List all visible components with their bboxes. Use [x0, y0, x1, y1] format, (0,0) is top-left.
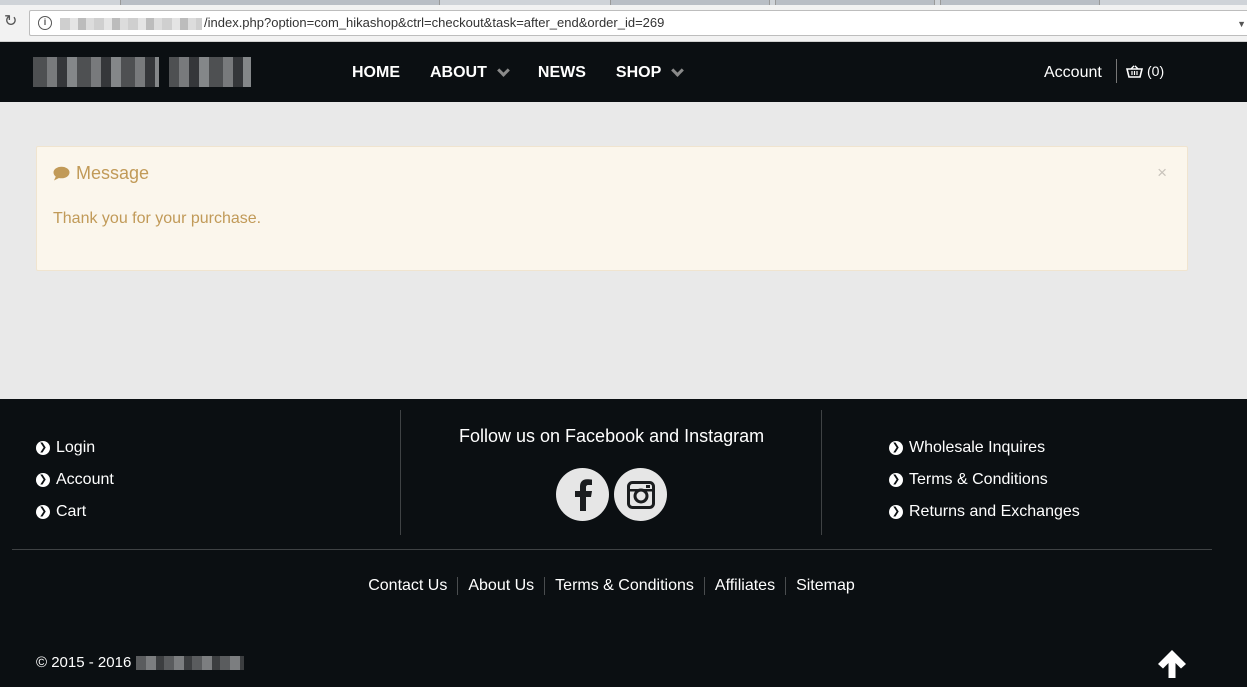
facebook-icon: [574, 478, 592, 511]
footer-link-label: Terms & Conditions: [909, 471, 1048, 488]
message-title: Message: [76, 163, 150, 183]
cart-count: (0): [1147, 63, 1165, 79]
site-footer: ❯ Login ❯ Account ❯ Cart Follow us on Faceb…: [0, 399, 1247, 687]
url-host-redacted: [60, 18, 202, 30]
footer-link-label: Account: [56, 471, 114, 488]
cart-link[interactable]: (0): [1126, 63, 1164, 79]
chevron-right-icon: ❯: [889, 505, 903, 519]
site-logo[interactable]: [33, 57, 251, 87]
footer-link-label: Wholesale Inquires: [909, 439, 1046, 456]
browser-address-bar: ↻ i /index.php?option=com_hikashop&ctrl=…: [0, 5, 1247, 42]
main-nav: HOME ABOUT NEWS SHOP: [352, 64, 712, 82]
account-link[interactable]: Account: [1044, 64, 1102, 82]
basket-icon: [1126, 64, 1143, 78]
chevron-right-icon: ❯: [36, 473, 50, 487]
footer-column-divider: [821, 410, 822, 535]
url-dropdown-icon[interactable]: ▼: [1237, 19, 1246, 29]
nav-home[interactable]: HOME: [352, 64, 400, 82]
bottom-link-contact[interactable]: Contact Us: [358, 577, 457, 595]
footer-column-divider: [400, 410, 401, 535]
message-alert: Message Thank you for your purchase. ×: [36, 146, 1188, 271]
instagram-icon: [626, 480, 655, 509]
url-field[interactable]: i /index.php?option=com_hikashop&ctrl=ch…: [29, 10, 1247, 36]
reload-icon[interactable]: ↻: [4, 14, 20, 30]
footer-bottom-links: Contact Us About Us Terms & Conditions A…: [0, 577, 1223, 595]
footer-link-login[interactable]: ❯ Login: [36, 432, 114, 464]
bottom-link-about[interactable]: About Us: [457, 577, 544, 595]
bottom-link-sitemap[interactable]: Sitemap: [785, 577, 865, 595]
footer-link-returns[interactable]: ❯ Returns and Exchanges: [889, 496, 1080, 528]
follow-heading: Follow us on Facebook and Instagram: [459, 426, 765, 446]
close-icon[interactable]: ×: [1157, 164, 1167, 181]
footer-link-label: Cart: [56, 503, 87, 520]
facebook-button[interactable]: [556, 468, 609, 521]
nav-label: ABOUT: [430, 64, 487, 81]
message-text: Thank you for your purchase.: [53, 210, 262, 227]
chevron-right-icon: ❯: [889, 441, 903, 455]
footer-separator: [12, 549, 1212, 550]
site-header: HOME ABOUT NEWS SHOP Account (0): [0, 42, 1247, 102]
footer-link-label: Login: [56, 439, 96, 456]
footer-link-terms[interactable]: ❯ Terms & Conditions: [889, 464, 1080, 496]
footer-link-cart[interactable]: ❯ Cart: [36, 496, 114, 528]
copyright-owner-redacted: [136, 655, 245, 670]
chevron-right-icon: ❯: [36, 441, 50, 455]
url-path: /index.php?option=com_hikashop&ctrl=chec…: [204, 15, 665, 30]
nav-label: NEWS: [537, 64, 586, 81]
footer-link-label: Returns and Exchanges: [909, 503, 1080, 520]
footer-link-account[interactable]: ❯ Account: [36, 464, 114, 496]
copyright: © 2015 - 2016: [36, 654, 245, 671]
chevron-right-icon: ❯: [889, 473, 903, 487]
footer-left-links: ❯ Login ❯ Account ❯ Cart: [36, 432, 114, 528]
arrow-up-icon[interactable]: [1156, 649, 1188, 679]
nav-label: SHOP: [615, 64, 662, 81]
nav-about[interactable]: ABOUT: [430, 64, 510, 82]
info-icon[interactable]: i: [38, 16, 52, 30]
copyright-text: © 2015 - 2016: [36, 654, 132, 671]
nav-news[interactable]: NEWS: [538, 64, 586, 82]
chevron-right-icon: ❯: [36, 505, 50, 519]
bottom-link-affiliates[interactable]: Affiliates: [703, 577, 785, 595]
footer-link-wholesale[interactable]: ❯ Wholesale Inquires: [889, 432, 1080, 464]
bottom-link-terms[interactable]: Terms & Conditions: [544, 577, 704, 595]
instagram-button[interactable]: [614, 468, 667, 521]
chevron-down-icon: [497, 64, 510, 77]
nav-label: HOME: [352, 64, 400, 81]
header-divider: [1116, 59, 1117, 83]
message-header: Message: [53, 163, 149, 184]
comment-icon: [53, 166, 70, 181]
nav-shop[interactable]: SHOP: [615, 64, 685, 82]
chevron-down-icon: [671, 64, 685, 77]
footer-right-links: ❯ Wholesale Inquires ❯ Terms & Conditions …: [889, 432, 1080, 528]
